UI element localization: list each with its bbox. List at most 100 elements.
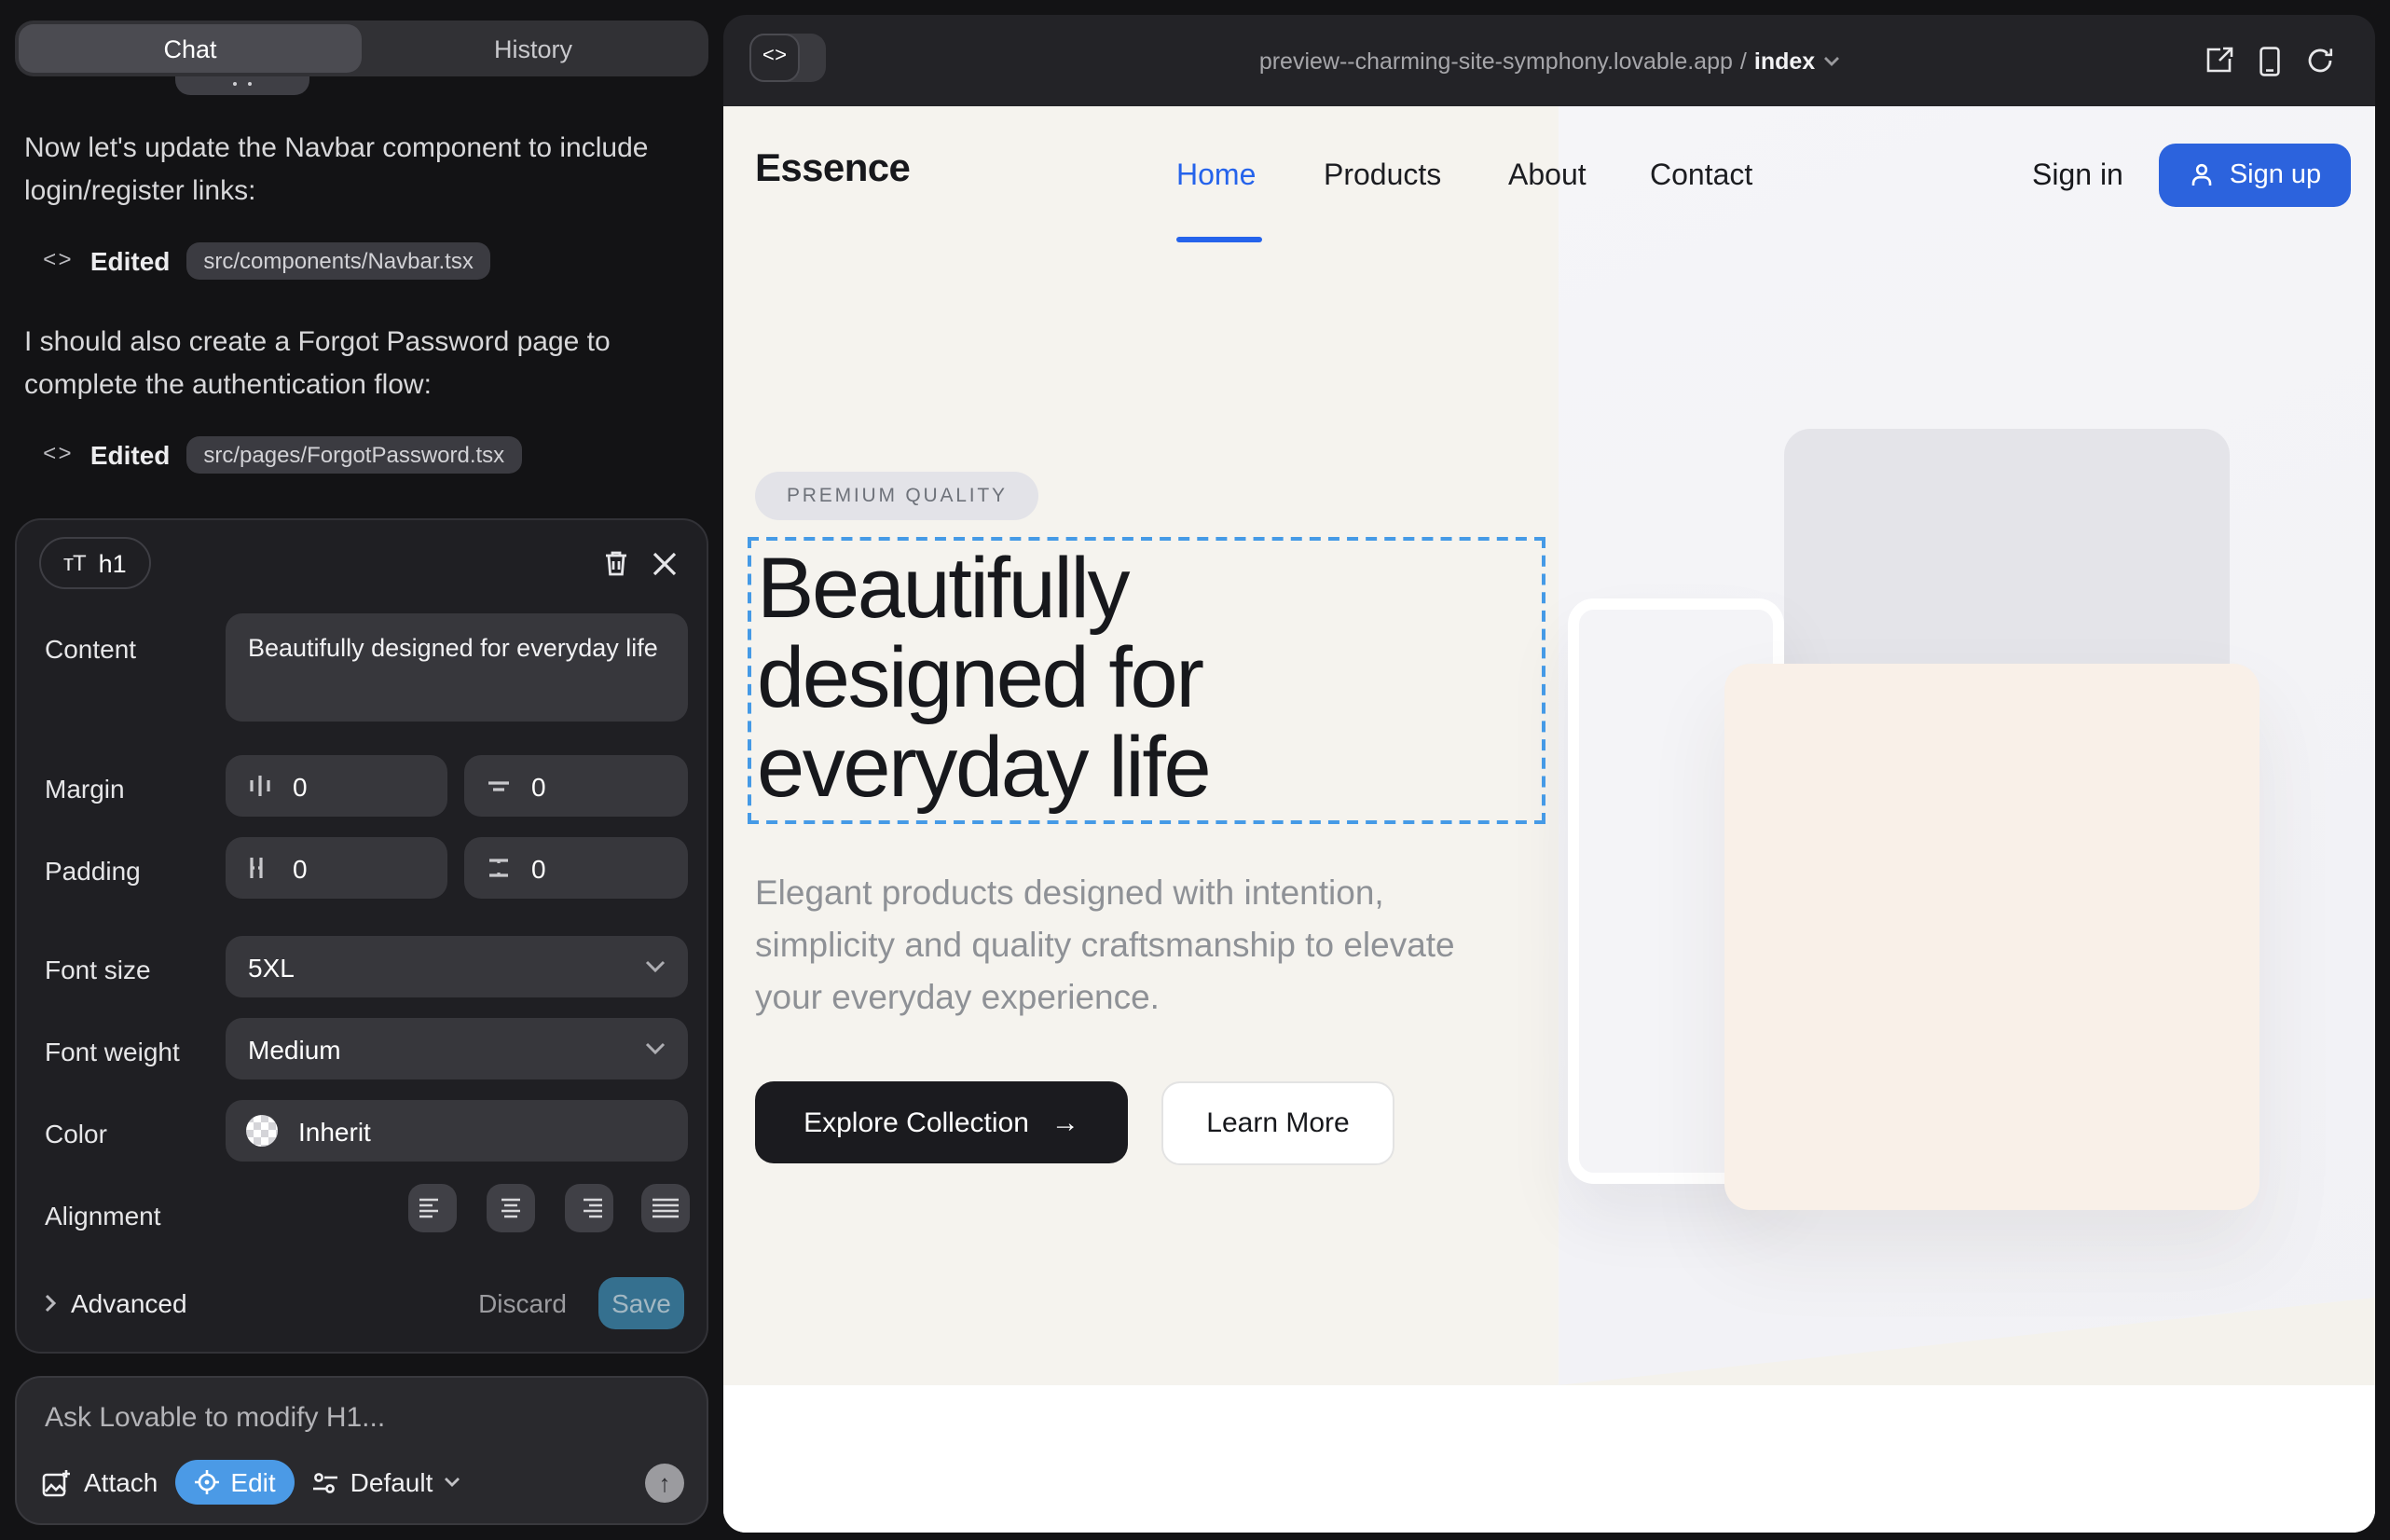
- arrow-right-icon: →: [1051, 1107, 1079, 1138]
- padding-x-input[interactable]: 0: [226, 837, 447, 899]
- element-editor-panel: тT h1 Content Beautifully designed for e…: [15, 518, 708, 1354]
- align-left-button[interactable]: [408, 1184, 457, 1232]
- code-icon: <>: [43, 248, 74, 274]
- app-window: Chat History Now let's update the Navbar…: [0, 0, 2390, 1540]
- align-center-button[interactable]: [487, 1184, 535, 1232]
- trash-icon: [601, 548, 629, 578]
- site-logo[interactable]: Essence: [755, 147, 910, 192]
- code-view-toggle[interactable]: <>: [749, 34, 826, 82]
- chat-message: Now let's update the Navbar component to…: [24, 127, 695, 213]
- open-external-icon[interactable]: [2205, 47, 2233, 75]
- hero-heading[interactable]: Beautifully designed for everyday life: [757, 543, 1372, 811]
- transparency-swatch-icon: [246, 1115, 278, 1147]
- chat-sidebar: Chat History Now let's update the Navbar…: [0, 0, 723, 1540]
- edited-file-row[interactable]: <> Edited src/pages/ForgotPassword.tsx: [43, 436, 695, 474]
- nav-link-about[interactable]: About: [1508, 160, 1586, 194]
- chevron-down-icon: [444, 1477, 460, 1488]
- chat-message: I should also create a Forgot Password p…: [24, 321, 695, 406]
- preview-window: <> preview--charming-site-symphony.lovab…: [723, 15, 2375, 1533]
- explore-collection-button[interactable]: Explore Collection →: [755, 1081, 1128, 1163]
- edit-mode-button[interactable]: Edit: [174, 1460, 294, 1505]
- refresh-icon[interactable]: [2306, 47, 2334, 75]
- advanced-toggle[interactable]: Advanced: [45, 1288, 187, 1318]
- margin-y-input[interactable]: 0: [464, 755, 688, 817]
- mobile-view-icon[interactable]: [2260, 46, 2280, 76]
- chevron-down-icon: [645, 1042, 666, 1055]
- premium-badge: PREMIUM QUALITY: [755, 472, 1039, 520]
- browser-actions: [2205, 15, 2334, 106]
- font-weight-label: Font weight: [45, 1037, 180, 1066]
- target-icon: [193, 1469, 219, 1495]
- close-panel-button[interactable]: [639, 539, 688, 587]
- chat-message-list: Now let's update the Navbar component to…: [24, 127, 695, 515]
- close-icon: [652, 551, 676, 575]
- file-action-label: Edited: [90, 440, 171, 470]
- delete-element-button[interactable]: [591, 539, 639, 587]
- attach-image-icon: [41, 1466, 73, 1498]
- learn-more-button[interactable]: Learn More: [1161, 1081, 1394, 1165]
- scrolled-badge-peek: [175, 76, 309, 95]
- code-icon: <>: [43, 442, 74, 468]
- browser-chrome: <> preview--charming-site-symphony.lovab…: [723, 15, 2375, 106]
- url-separator: /: [1740, 48, 1747, 74]
- selected-element-pill[interactable]: тT h1: [39, 537, 151, 589]
- url-bar[interactable]: preview--charming-site-symphony.lovable.…: [723, 48, 2375, 74]
- edited-file-row[interactable]: <> Edited src/components/Navbar.tsx: [43, 242, 695, 280]
- nav-link-contact[interactable]: Contact: [1650, 160, 1752, 194]
- site-canvas: Essence Home Products About Contact Sign…: [723, 106, 2375, 1533]
- url-host: preview--charming-site-symphony.lovable.…: [1259, 48, 1733, 74]
- url-page: index: [1754, 48, 1815, 74]
- margin-x-input[interactable]: 0: [226, 755, 447, 817]
- content-input[interactable]: Beautifully designed for everyday life: [226, 613, 688, 722]
- send-button[interactable]: ↑: [645, 1463, 684, 1502]
- site-navbar: Essence Home Products About Contact Sign…: [723, 106, 2375, 252]
- prompt-input[interactable]: Ask Lovable to modify H1...: [45, 1402, 385, 1434]
- align-center-icon: [498, 1197, 524, 1219]
- user-icon: [2189, 162, 2215, 188]
- decor-card-beige: [1724, 664, 2260, 1210]
- prompt-composer[interactable]: Ask Lovable to modify H1... Attach Edit …: [15, 1376, 708, 1525]
- save-button[interactable]: Save: [598, 1277, 684, 1329]
- hero-paragraph: Elegant products designed with intention…: [755, 867, 1493, 1024]
- nav-link-products[interactable]: Products: [1324, 160, 1441, 194]
- sidebar-tab-bar: Chat History: [15, 21, 708, 76]
- font-size-select[interactable]: 5XL: [226, 936, 688, 997]
- margin-vertical-icon: [485, 772, 513, 800]
- discard-button[interactable]: Discard: [478, 1288, 567, 1318]
- file-path-badge[interactable]: src/components/Navbar.tsx: [186, 242, 489, 280]
- chevron-right-icon: [45, 1294, 56, 1313]
- editor-panel-footer: Advanced Discard Save: [45, 1277, 684, 1329]
- align-right-button[interactable]: [565, 1184, 613, 1232]
- element-tag-label: h1: [99, 549, 127, 577]
- editor-panel-header: тT h1: [39, 535, 688, 591]
- color-select[interactable]: Inherit: [226, 1100, 688, 1162]
- composer-toolbar: Attach Edit Default ↑: [41, 1460, 684, 1505]
- file-path-badge[interactable]: src/pages/ForgotPassword.tsx: [186, 436, 521, 474]
- font-weight-select[interactable]: Medium: [226, 1018, 688, 1079]
- content-label: Content: [45, 634, 136, 664]
- signup-button[interactable]: Sign up: [2159, 144, 2351, 207]
- padding-y-input[interactable]: 0: [464, 837, 688, 899]
- align-justify-button[interactable]: [641, 1184, 690, 1232]
- margin-horizontal-icon: [246, 772, 274, 800]
- align-justify-icon: [652, 1197, 679, 1219]
- align-right-icon: [576, 1197, 602, 1219]
- active-nav-underline: [1176, 237, 1262, 242]
- nav-link-home[interactable]: Home: [1176, 160, 1256, 194]
- file-action-label: Edited: [90, 246, 171, 276]
- tab-history[interactable]: History: [362, 24, 705, 73]
- text-element-icon: тT: [63, 550, 86, 576]
- margin-label: Margin: [45, 774, 125, 804]
- padding-label: Padding: [45, 856, 141, 886]
- chevron-down-icon: [1822, 55, 1839, 66]
- padding-horizontal-icon: [246, 854, 274, 882]
- font-size-label: Font size: [45, 955, 151, 984]
- color-label: Color: [45, 1119, 107, 1148]
- signin-link[interactable]: Sign in: [2032, 160, 2123, 194]
- model-selector[interactable]: Default: [311, 1467, 461, 1497]
- align-left-icon: [419, 1197, 446, 1219]
- next-section: [723, 1385, 2375, 1533]
- chevron-down-icon: [645, 960, 666, 973]
- attach-button[interactable]: Attach: [41, 1466, 158, 1498]
- tab-chat[interactable]: Chat: [19, 24, 362, 73]
